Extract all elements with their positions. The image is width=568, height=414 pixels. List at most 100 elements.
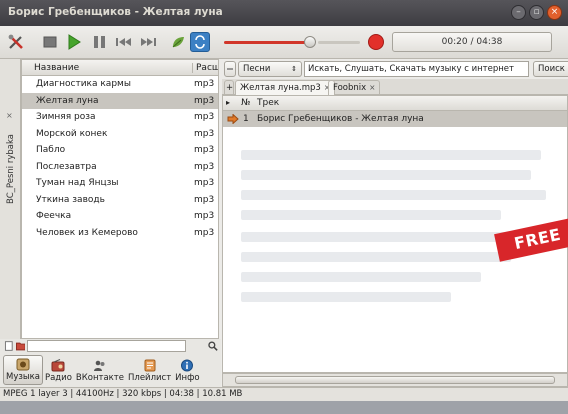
list-item[interactable]: Морской конек mp3 — [22, 126, 218, 143]
file-list: Название Расш Диагностика кармы mp3 Желтая… — [21, 59, 219, 339]
close-button[interactable]: × — [547, 5, 562, 20]
scrollbar-thumb[interactable] — [235, 376, 555, 384]
play-button[interactable] — [64, 32, 84, 52]
file-name: Феечка — [36, 211, 72, 221]
tab-zheltaya-luna[interactable]: Желтая луна.mp3 × — [235, 80, 336, 95]
track-list-header: ▸ № Трек — [223, 96, 567, 111]
maximize-button[interactable]: ▫ — [529, 5, 544, 20]
volume-handle[interactable] — [368, 34, 384, 50]
search-button-label: Поиск — [538, 64, 565, 74]
minimize-button[interactable]: – — [511, 5, 526, 20]
horizontal-scrollbar[interactable] — [222, 373, 568, 387]
file-list-header: Название Расш — [22, 60, 218, 76]
file-name: Желтая луна — [36, 95, 99, 106]
column-name[interactable]: Название — [34, 63, 79, 73]
list-item[interactable]: Желтая луна mp3 — [22, 92, 218, 109]
column-num[interactable]: № — [241, 98, 250, 108]
search-source-value: Песни — [243, 64, 271, 74]
folder-tab-strip: BC_Pesni rybaka × — [0, 59, 21, 339]
file-name: Зимняя роза — [36, 112, 96, 122]
folder-icon[interactable] — [15, 341, 26, 351]
nav-tab-radio[interactable]: Радио — [43, 355, 74, 385]
tools-icon — [8, 34, 23, 49]
nav-tabs: Музыка Радио ВКонтакте Плейлист Инфо — [3, 355, 219, 385]
list-item[interactable]: Зимняя роза mp3 — [22, 109, 218, 126]
time-display: 00:20 / 04:38 — [392, 32, 552, 52]
repeat-button[interactable] — [190, 32, 210, 52]
list-item[interactable]: Диагностика кармы mp3 — [22, 76, 218, 93]
list-item[interactable]: Феечка mp3 — [22, 208, 218, 225]
next-button[interactable] — [138, 32, 158, 52]
file-ext: mp3 — [194, 161, 215, 172]
tab-close-icon[interactable]: × — [369, 83, 375, 92]
music-icon — [16, 358, 30, 371]
playlist-tabs: + Желтая луна.mp3 × Foobnix × — [222, 79, 568, 95]
nav-tab-label: Плейлист — [128, 373, 172, 383]
file-ext: mp3 — [194, 128, 215, 139]
file-ext: mp3 — [194, 194, 215, 205]
radio-icon — [51, 359, 65, 372]
search-icon[interactable] — [208, 341, 219, 351]
volume-track[interactable] — [318, 41, 360, 44]
seek-bar[interactable] — [224, 41, 310, 44]
next-icon — [141, 38, 156, 46]
file-ext: mp3 — [194, 95, 215, 106]
playlist-icon — [144, 359, 156, 372]
window-controls: – ▫ × — [511, 5, 562, 20]
column-track[interactable]: Трек — [257, 98, 279, 108]
nav-tab-info[interactable]: Инфо — [173, 355, 201, 385]
nav-tab-playlist[interactable]: Плейлист — [126, 355, 173, 385]
shuffle-button[interactable] — [168, 32, 188, 52]
background-strip — [0, 401, 568, 414]
search-bar: Песни ⇕ Искать, Слушать, Скачать музыку … — [222, 59, 568, 79]
track-row[interactable]: 1 Борис Гребенщиков - Желтая луна — [223, 111, 567, 127]
repeat-icon — [195, 35, 205, 49]
add-tab-button[interactable]: + — [224, 80, 234, 95]
list-item[interactable]: Уткина заводь mp3 — [22, 192, 218, 209]
folder-tab[interactable]: BC_Pesni rybaka × — [1, 111, 20, 219]
previous-button[interactable] — [114, 32, 134, 52]
app-window: Борис Гребенщиков - Желтая луна – ▫ × 00… — [0, 0, 568, 414]
search-source-select[interactable]: Песни ⇕ — [238, 61, 302, 77]
list-item[interactable]: Туман над Янцзы mp3 — [22, 175, 218, 192]
filter-input[interactable] — [27, 340, 187, 352]
list-item[interactable]: Пабло mp3 — [22, 142, 218, 159]
track-num: 1 — [243, 114, 249, 124]
file-ext: mp3 — [194, 112, 215, 122]
now-playing-icon — [227, 114, 239, 124]
list-item[interactable]: Человек из Кемерово mp3 — [22, 225, 218, 242]
search-button[interactable]: Поиск — [533, 61, 568, 77]
nav-tab-label: ВКонтакте — [75, 373, 124, 383]
seek-handle[interactable] — [304, 36, 316, 48]
previous-icon — [116, 38, 131, 46]
list-item[interactable]: Послезавтра mp3 — [22, 159, 218, 176]
nav-tab-label: Радио — [44, 373, 72, 383]
folder-tab-close[interactable]: × — [6, 111, 13, 120]
nav-tab-label: Музыка — [6, 372, 40, 382]
tab-foobnix[interactable]: Foobnix × — [328, 80, 381, 95]
pause-button[interactable] — [90, 32, 110, 52]
file-name: Уткина заводь — [36, 194, 105, 205]
file-ext: mp3 — [194, 145, 215, 155]
nav-tab-vkontakte[interactable]: ВКонтакте — [74, 355, 126, 385]
collapse-icon[interactable]: ▸ — [226, 98, 230, 107]
status-bar: MPEG 1 layer 3 | 44100Hz | 320 kbps | 04… — [0, 387, 568, 401]
column-ext[interactable]: Расш — [192, 63, 218, 73]
file-ext: mp3 — [194, 178, 215, 188]
file-ext: mp3 — [194, 211, 215, 221]
file-name: Пабло — [36, 145, 66, 155]
settings-button[interactable] — [6, 32, 26, 52]
search-menu-button[interactable] — [224, 61, 236, 77]
tab-label: Желтая луна.mp3 — [240, 83, 321, 93]
nav-tab-label: Инфо — [175, 373, 200, 383]
file-name: Человек из Кемерово — [36, 227, 138, 238]
leaf-icon — [172, 37, 184, 48]
page-icon[interactable] — [4, 341, 14, 351]
info-icon — [181, 359, 194, 372]
left-bottom-panel: Музыка Радио ВКонтакте Плейлист Инфо — [0, 339, 221, 387]
search-input[interactable]: Искать, Слушать, Скачать музыку с интерн… — [304, 61, 529, 77]
folder-tab-label: BC_Pesni rybaka — [5, 134, 16, 204]
nav-tab-music[interactable]: Музыка — [3, 355, 43, 385]
stop-button[interactable] — [40, 32, 60, 52]
minus-icon — [227, 68, 233, 70]
